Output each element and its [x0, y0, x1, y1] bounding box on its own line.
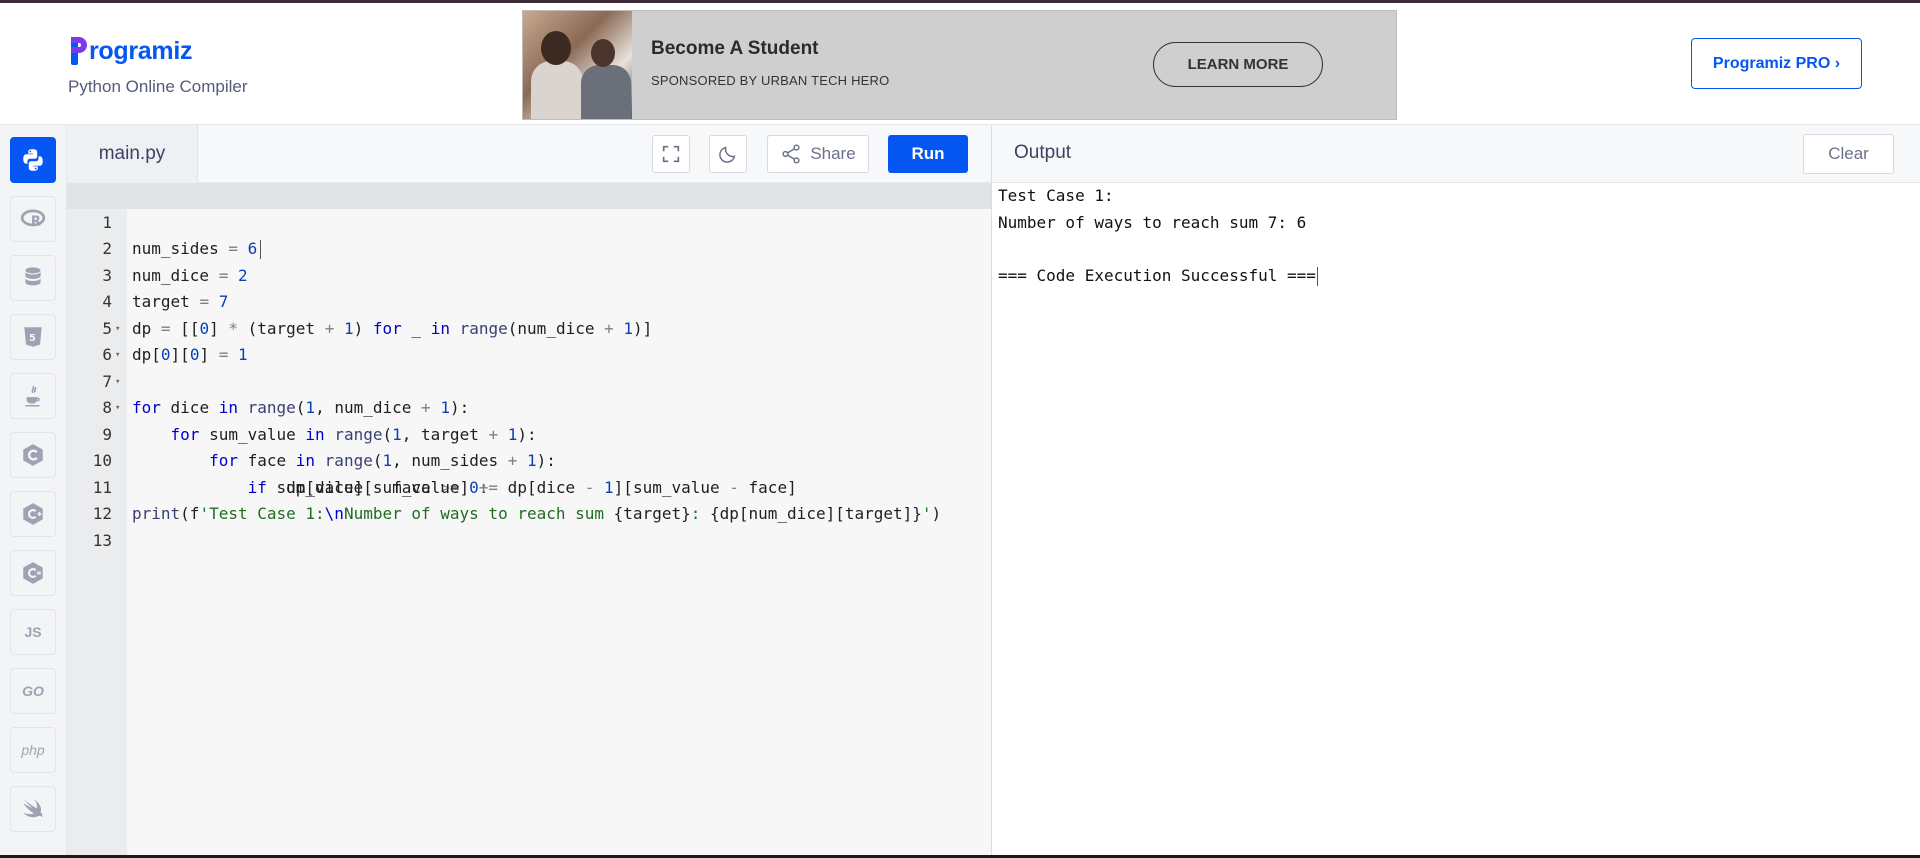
svg-text:R: R — [31, 215, 41, 230]
language-python[interactable] — [10, 137, 56, 183]
fold-toggle-icon[interactable]: ▾ — [115, 395, 120, 422]
ad-sponsor: SPONSORED BY URBAN TECH HERO — [651, 73, 890, 88]
file-tab-main[interactable]: main.py — [67, 125, 198, 183]
output-title: Output — [1014, 142, 1072, 163]
theme-toggle-button[interactable] — [709, 135, 747, 173]
c-icon — [23, 444, 43, 466]
editor-toolbar: main.py Share Run — [67, 125, 992, 183]
code-line[interactable]: 8 ▾ for face in range(1, num_sides + 1): — [67, 369, 992, 471]
brand-name: rogramiz — [89, 36, 193, 65]
run-button[interactable]: Run — [888, 135, 968, 173]
language-html[interactable]: 5 — [10, 314, 56, 360]
fullscreen-button[interactable] — [652, 135, 690, 173]
language-sql[interactable] — [10, 255, 56, 301]
js-icon: JS — [24, 624, 42, 640]
fold-toggle-icon[interactable]: ▾ — [115, 342, 120, 369]
share-icon — [782, 144, 800, 164]
code-line[interactable]: 2 num_dice = 2 — [67, 210, 992, 285]
fold-toggle-icon[interactable]: ▾ — [115, 369, 120, 396]
language-java[interactable] — [10, 373, 56, 419]
language-go[interactable]: GO — [10, 668, 56, 714]
code-line[interactable]: 10 dp[dice][sum_value] += dp[dice - 1][s… — [67, 422, 992, 497]
output-toolbar: Output Clear — [992, 125, 1920, 183]
r-icon: R — [20, 209, 46, 230]
go-icon: GO — [22, 683, 44, 699]
code-line[interactable]: 1 num_sides = 6 — [67, 183, 992, 259]
output-line: Test Case 1: — [998, 186, 1114, 205]
svg-text:5: 5 — [29, 333, 36, 344]
output-console[interactable]: Test Case 1: Number of ways to reach sum… — [992, 183, 1920, 855]
output-line: === Code Execution Successful === — [998, 263, 1318, 290]
language-r[interactable]: R — [10, 196, 56, 242]
code-line[interactable]: 7 ▾ for sum_value in range(1, target + 1… — [67, 342, 992, 444]
share-button[interactable]: Share — [767, 135, 869, 173]
language-sidebar: R 5 JS GO php — [0, 125, 67, 855]
language-cpp[interactable] — [10, 491, 56, 537]
ad-banner[interactable]: Become A Student SPONSORED BY URBAN TECH… — [522, 10, 1397, 120]
line-number: 13 — [92, 530, 112, 550]
header: rogramiz Python Online Compiler Become A… — [0, 3, 1920, 125]
code-line[interactable]: 5 dp[0][0] = 1 — [67, 289, 992, 365]
swift-icon — [23, 799, 43, 818]
output-cursor — [1316, 266, 1318, 286]
cpp-icon — [23, 503, 43, 525]
ad-image — [523, 11, 632, 119]
csharp-icon — [23, 562, 43, 584]
database-icon — [25, 267, 41, 286]
code-line[interactable]: 9 ▾ if sum_value - face >= 0: — [67, 395, 992, 497]
language-swift[interactable] — [10, 786, 56, 832]
language-javascript[interactable]: JS — [10, 609, 56, 655]
code-line[interactable]: 4 dp = [[0] * (target + 1) for _ in rang… — [67, 263, 992, 338]
html5-icon: 5 — [24, 327, 42, 347]
code-line[interactable]: 6 ▾ for dice in range(1, num_dice + 1): — [67, 316, 992, 418]
fold-toggle-icon[interactable]: ▾ — [115, 316, 120, 343]
programiz-pro-button[interactable]: Programiz PRO › — [1691, 38, 1862, 89]
code-line[interactable]: 11 print(f'Test Case 1:\nNumber of ways … — [67, 448, 992, 524]
fullscreen-icon — [662, 145, 680, 163]
code-line[interactable]: 3 target = 7 — [67, 236, 992, 312]
code-line[interactable]: 13 — [67, 501, 992, 550]
language-c[interactable] — [10, 432, 56, 478]
ad-title: Become A Student — [651, 38, 819, 59]
clear-button[interactable]: Clear — [1803, 134, 1894, 174]
code-line[interactable]: 12 — [67, 475, 992, 523]
language-php[interactable]: php — [10, 727, 56, 773]
compiler-subtitle: Python Online Compiler — [68, 77, 248, 96]
share-label: Share — [810, 144, 856, 163]
moon-icon — [719, 146, 736, 163]
output-line-text: === Code Execution Successful === — [998, 265, 1316, 285]
learn-more-button[interactable]: LEARN MORE — [1153, 42, 1323, 87]
php-icon: php — [21, 742, 45, 758]
java-icon — [25, 385, 40, 407]
output-line: Number of ways to reach sum 7: 6 — [998, 212, 1307, 232]
programiz-logo-icon — [68, 35, 88, 67]
python-icon — [23, 149, 43, 171]
language-csharp[interactable] — [10, 550, 56, 596]
programiz-logo[interactable]: rogramiz — [68, 33, 192, 69]
